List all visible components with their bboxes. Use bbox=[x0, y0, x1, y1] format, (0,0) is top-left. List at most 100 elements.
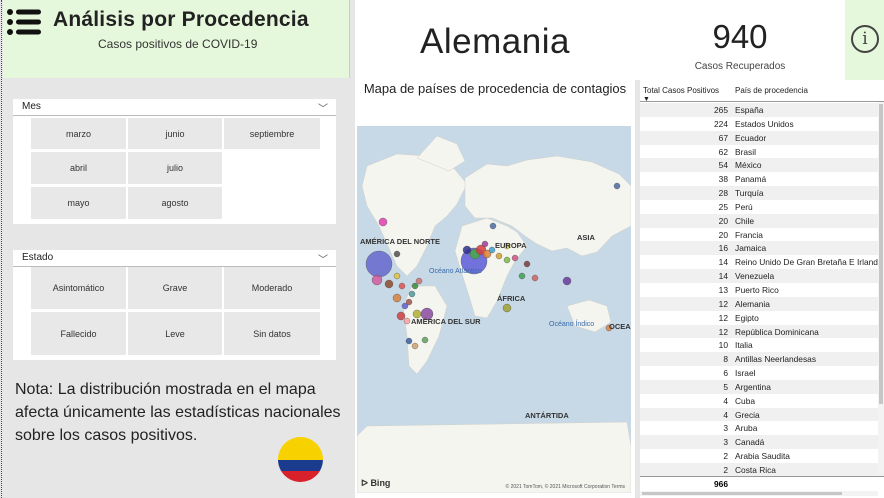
row-country: Aruba bbox=[735, 423, 758, 434]
table-row[interactable]: 14 Venezuela bbox=[640, 269, 884, 283]
month-option-julio[interactable]: julio bbox=[128, 152, 222, 184]
status-option-leve[interactable]: Leve bbox=[128, 312, 222, 355]
row-country: Reino Unido De Gran Bretaña E Irlanda bbox=[735, 257, 878, 268]
table-row[interactable]: 28 Turquía bbox=[640, 186, 884, 200]
row-country: Panamá bbox=[735, 174, 767, 185]
month-option-septiembre[interactable]: septiembre bbox=[224, 118, 320, 149]
table-row[interactable]: 14 Reino Unido De Gran Bretaña E Irlanda bbox=[640, 255, 884, 269]
column-header-country[interactable]: País de procedencia bbox=[735, 86, 808, 95]
row-country: Costa Rica bbox=[735, 464, 776, 475]
bing-label: Bing bbox=[370, 478, 391, 488]
status-option-grave[interactable]: Grave bbox=[128, 267, 222, 309]
month-option-marzo[interactable]: marzo bbox=[31, 118, 126, 149]
row-total: 2 bbox=[723, 451, 728, 462]
row-country: Venezuela bbox=[735, 271, 775, 282]
month-slicer-header[interactable]: Mes ﹀ bbox=[13, 99, 336, 116]
status-slicer-header[interactable]: Estado ﹀ bbox=[13, 250, 336, 267]
status-slicer-label: Estado bbox=[22, 252, 54, 263]
recovered-kpi-card: 940 Casos Recuperados bbox=[635, 0, 845, 80]
table-row[interactable]: 4 Grecia bbox=[640, 407, 884, 422]
month-slicer: Mes ﹀ marzo junio septiembre abril julio… bbox=[13, 99, 336, 224]
world-map[interactable]: AMÉRICA DEL NORTE EUROPA ASIA ÁFRICA AMÉ… bbox=[357, 126, 631, 493]
table-row[interactable]: 8 Antillas Neerlandesas bbox=[640, 352, 884, 367]
info-panel: i bbox=[845, 0, 884, 80]
row-total: 13 bbox=[718, 284, 728, 295]
recovered-count: 940 bbox=[712, 18, 768, 55]
status-option-sin-datos[interactable]: Sin datos bbox=[224, 312, 320, 355]
status-option-moderado[interactable]: Moderado bbox=[224, 267, 320, 309]
header-panel: Análisis por Procedencia Casos positivos… bbox=[3, 0, 350, 78]
table-row[interactable]: 224 Estados Unidos bbox=[640, 117, 884, 131]
status-slicer: Estado ﹀ Asintomático Grave Moderado Fal… bbox=[13, 250, 336, 360]
table-row[interactable]: 2 Arabia Saudita bbox=[640, 449, 884, 463]
table-row[interactable]: 20 Chile bbox=[640, 213, 884, 228]
chevron-down-icon[interactable]: ﹀ bbox=[318, 251, 328, 266]
table-row[interactable]: 10 Italia bbox=[640, 338, 884, 352]
scrollbar-thumb[interactable] bbox=[879, 104, 883, 404]
row-total: 4 bbox=[723, 409, 728, 420]
row-country: Puerto Rico bbox=[735, 284, 779, 295]
month-option-junio[interactable]: junio bbox=[128, 118, 222, 149]
table-row[interactable]: 6 Israel bbox=[640, 366, 884, 380]
scrollbar-thumb[interactable] bbox=[642, 492, 842, 495]
report-page: Análisis por Procedencia Casos positivos… bbox=[0, 0, 884, 498]
row-country: Grecia bbox=[735, 409, 760, 420]
row-total: 20 bbox=[718, 229, 728, 240]
map-panel: Mapa de países de procedencia de contagi… bbox=[355, 80, 635, 498]
table-row[interactable]: 12 Egipto bbox=[640, 311, 884, 325]
label-antartida: ANTÁRTIDA bbox=[525, 411, 569, 420]
table-row[interactable]: 62 Brasil bbox=[640, 145, 884, 159]
header-divider bbox=[640, 101, 884, 102]
row-total: 25 bbox=[718, 201, 728, 212]
table-row[interactable]: 2 Costa Rica bbox=[640, 462, 884, 477]
row-country: Perú bbox=[735, 201, 753, 212]
row-country: República Dominicana bbox=[735, 326, 819, 337]
table-row[interactable]: 13 Puerto Rico bbox=[640, 283, 884, 297]
map-title: Mapa de países de procedencia de contagi… bbox=[363, 81, 627, 96]
label-africa: ÁFRICA bbox=[497, 294, 526, 303]
row-total: 2 bbox=[723, 464, 728, 475]
table-row[interactable]: 25 Perú bbox=[640, 200, 884, 214]
chevron-down-icon[interactable]: ﹀ bbox=[318, 100, 328, 115]
table-row[interactable]: 54 México bbox=[640, 158, 884, 173]
month-option-agosto[interactable]: agosto bbox=[128, 187, 222, 219]
table-total-row: 966 bbox=[640, 476, 884, 490]
label-oceano-atlantico: Océano Atlántico bbox=[429, 268, 482, 275]
month-slicer-label: Mes bbox=[22, 101, 41, 112]
info-icon[interactable]: i bbox=[851, 25, 879, 53]
table-row[interactable]: 38 Panamá bbox=[640, 172, 884, 186]
page-subtitle: Casos positivos de COVID-19 bbox=[98, 37, 258, 51]
table-row[interactable]: 265 España bbox=[640, 103, 884, 117]
row-country: Israel bbox=[735, 368, 756, 379]
column-header-total[interactable]: Total Casos Positivos bbox=[643, 86, 719, 95]
row-total: 224 bbox=[714, 118, 728, 129]
label-oceano-indico: Océano Índico bbox=[549, 319, 594, 328]
cases-table: Total Casos Positivos País de procedenci… bbox=[640, 80, 884, 498]
bing-icon: ᐅ bbox=[361, 478, 368, 488]
row-total: 14 bbox=[718, 271, 728, 282]
month-option-mayo[interactable]: mayo bbox=[31, 187, 126, 219]
table-row[interactable]: 4 Cuba bbox=[640, 394, 884, 408]
row-total: 265 bbox=[714, 105, 728, 115]
table-row[interactable]: 12 República Dominicana bbox=[640, 324, 884, 339]
label-oceania: OCEA bbox=[609, 322, 631, 331]
status-option-asintomatico[interactable]: Asintomático bbox=[31, 267, 126, 309]
menu-list-icon[interactable] bbox=[7, 9, 41, 35]
row-country: Egipto bbox=[735, 312, 759, 323]
map-copyright[interactable]: © 2021 TomTom, © 2021 Microsoft Corporat… bbox=[506, 484, 625, 490]
bing-logo: ᐅ Bing bbox=[361, 478, 390, 489]
table-row[interactable]: 3 Canadá bbox=[640, 435, 884, 450]
status-option-fallecido[interactable]: Fallecido bbox=[31, 312, 126, 355]
table-row[interactable]: 3 Aruba bbox=[640, 421, 884, 435]
vertical-scrollbar[interactable] bbox=[878, 102, 884, 474]
table-row[interactable]: 20 Francia bbox=[640, 228, 884, 242]
month-option-abril[interactable]: abril bbox=[31, 152, 126, 184]
table-row[interactable]: 67 Ecuador bbox=[640, 130, 884, 145]
table-row[interactable]: 5 Argentina bbox=[640, 379, 884, 394]
table-row[interactable]: 16 Jamaica bbox=[640, 241, 884, 256]
row-country: Francia bbox=[735, 229, 763, 240]
horizontal-scrollbar[interactable] bbox=[640, 491, 878, 496]
table-row[interactable]: 12 Alemania bbox=[640, 296, 884, 311]
row-country: Turquía bbox=[735, 188, 764, 199]
row-total: 3 bbox=[723, 423, 728, 434]
